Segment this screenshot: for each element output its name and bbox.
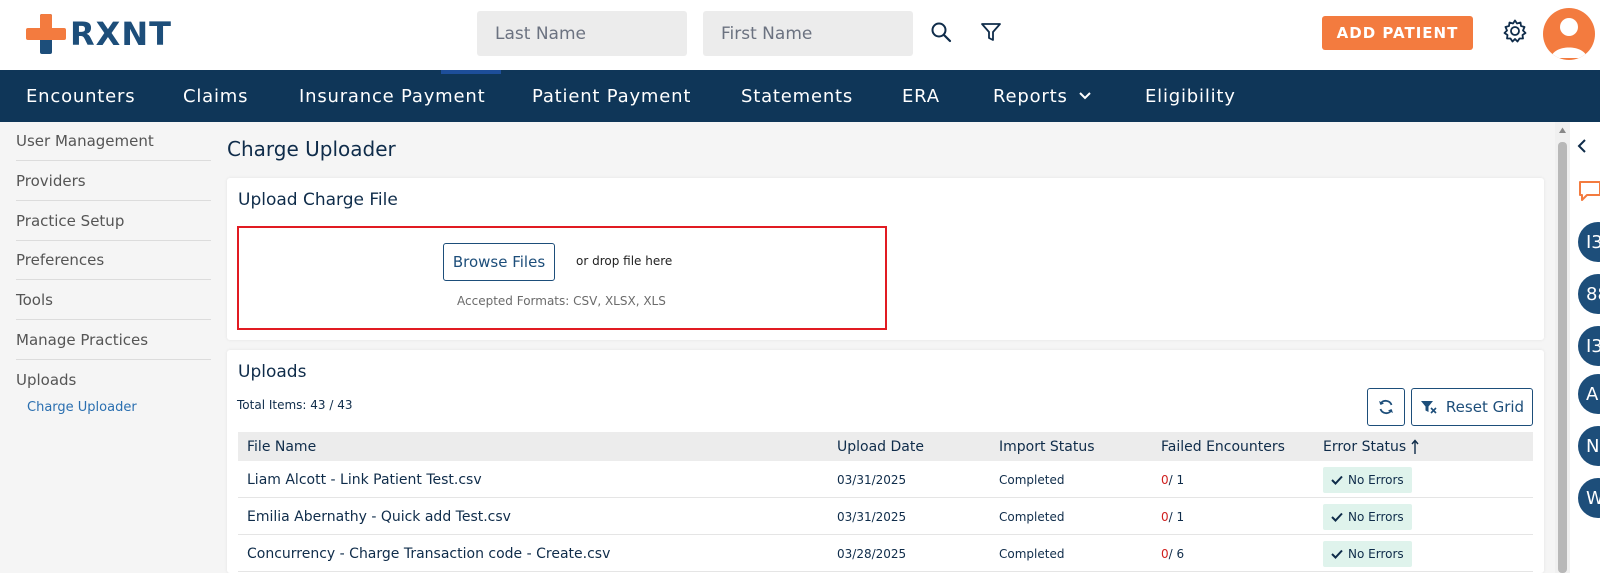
status-badge-label: No Errors — [1348, 510, 1404, 524]
nav-active-marker — [441, 70, 501, 74]
status-badge: No Errors — [1323, 541, 1412, 567]
top-header: RXNT Last Name First Name ADD PATIENT — [0, 0, 1600, 70]
check-icon — [1331, 549, 1343, 559]
main-nav: Encounters Claims Insurance Payment Pati… — [0, 70, 1600, 122]
clear-filter-icon — [1420, 401, 1437, 414]
check-icon — [1331, 512, 1343, 522]
upload-card-title: Upload Charge File — [238, 190, 398, 210]
chat-icon[interactable] — [1578, 180, 1600, 202]
sidebar-item-preferences[interactable]: Preferences — [16, 241, 211, 280]
rail-avatar-3[interactable]: I3 — [1578, 326, 1600, 366]
refresh-button[interactable] — [1367, 388, 1405, 426]
total-count: / 1 — [1168, 472, 1185, 487]
avatar[interactable] — [1543, 8, 1595, 60]
nav-insurance-payment[interactable]: Insurance Payment — [299, 70, 485, 122]
cell-file-name[interactable]: Liam Alcott - Link Patient Test.csv — [247, 461, 482, 498]
nav-claims[interactable]: Claims — [183, 70, 248, 122]
logo-text: RXNT — [70, 15, 172, 53]
accepted-formats: Accepted Formats: CSV, XLSX, XLS — [457, 294, 666, 308]
failed-count: 0 — [1161, 509, 1169, 524]
status-badge-label: No Errors — [1348, 473, 1404, 487]
rail-avatar-4[interactable]: A — [1578, 374, 1600, 414]
col-file-name[interactable]: File Name — [247, 432, 316, 461]
col-import-status[interactable]: Import Status — [999, 432, 1095, 461]
check-icon — [1331, 475, 1343, 485]
sidebar-item-manage-practices[interactable]: Manage Practices — [16, 321, 211, 360]
nav-reports[interactable]: Reports — [993, 70, 1092, 122]
rxnt-logo[interactable]: RXNT — [26, 14, 172, 54]
file-dropzone[interactable] — [237, 226, 887, 330]
col-failed-encounters[interactable]: Failed Encounters — [1161, 432, 1285, 461]
filter-icon[interactable] — [979, 20, 1003, 44]
last-name-input[interactable]: Last Name — [477, 11, 687, 56]
first-name-input[interactable]: First Name — [703, 11, 913, 56]
sidebar-item-uploads[interactable]: Uploads — [16, 360, 211, 399]
cell-file-name[interactable]: Emilia Abernathy - Quick add Test.csv — [247, 498, 511, 535]
uploads-table: File Name Upload Date Import Status Fail… — [238, 432, 1533, 572]
status-badge: No Errors — [1323, 504, 1412, 530]
nav-reports-label: Reports — [993, 85, 1068, 107]
cell-upload-date: 03/28/2025 — [837, 546, 907, 561]
nav-statements[interactable]: Statements — [741, 70, 853, 122]
cell-failed-encounters: 0 / 1 — [1161, 498, 1184, 535]
add-patient-button[interactable]: ADD PATIENT — [1322, 16, 1473, 50]
cell-import-status: Completed — [999, 472, 1065, 487]
status-badge-label: No Errors — [1348, 547, 1404, 561]
sidebar-item-tools[interactable]: Tools — [16, 281, 211, 320]
browse-files-button[interactable]: Browse Files — [443, 243, 555, 281]
status-badge: No Errors — [1323, 467, 1412, 493]
page-scrollbar[interactable] — [1555, 122, 1570, 573]
total-items: Total Items: 43 / 43 — [237, 398, 353, 412]
rail-avatar-6[interactable]: W — [1578, 478, 1600, 518]
table-header: File Name Upload Date Import Status Fail… — [238, 432, 1533, 461]
scroll-thumb[interactable] — [1558, 142, 1567, 573]
nav-era[interactable]: ERA — [902, 70, 940, 122]
drop-hint: or drop file here — [576, 254, 673, 268]
failed-count: 0 — [1161, 546, 1169, 561]
nav-eligibility[interactable]: Eligibility — [1145, 70, 1236, 122]
rail-avatar-2[interactable]: 88 — [1578, 274, 1600, 314]
nav-patient-payment[interactable]: Patient Payment — [532, 70, 691, 122]
total-count: / 1 — [1168, 509, 1185, 524]
reset-grid-button[interactable]: Reset Grid — [1411, 388, 1533, 426]
sidebar-item-practice-setup[interactable]: Practice Setup — [16, 202, 211, 241]
uploads-card-title: Uploads — [238, 362, 307, 382]
upload-charge-card: Upload Charge File — [227, 178, 1544, 340]
table-row[interactable]: Liam Alcott - Link Patient Test.csv 03/3… — [238, 461, 1533, 498]
sidebar-subitem-charge-uploader[interactable]: Charge Uploader — [27, 400, 137, 415]
refresh-icon — [1379, 399, 1393, 415]
logo-cross-icon — [26, 14, 66, 54]
failed-count: 0 — [1161, 472, 1169, 487]
col-error-status-label: Error Status — [1323, 438, 1407, 455]
table-row[interactable]: Concurrency - Charge Transaction code - … — [238, 535, 1533, 572]
page-title: Charge Uploader — [227, 137, 396, 161]
cell-failed-encounters: 0 / 1 — [1161, 461, 1184, 498]
cell-upload-date: 03/31/2025 — [837, 509, 907, 524]
scroll-up-icon[interactable] — [1558, 126, 1567, 134]
nav-encounters[interactable]: Encounters — [26, 70, 135, 122]
col-error-status[interactable]: Error Status — [1323, 432, 1419, 461]
rail-avatar-1[interactable]: I3 — [1578, 222, 1600, 262]
col-upload-date[interactable]: Upload Date — [837, 432, 924, 461]
cell-import-status: Completed — [999, 509, 1065, 524]
search-icon[interactable] — [929, 20, 953, 44]
right-rail: I3 88 I3 A N W — [1570, 122, 1600, 573]
cell-failed-encounters: 0 / 6 — [1161, 535, 1184, 572]
cell-import-status: Completed — [999, 546, 1065, 561]
sidebar-item-user-management[interactable]: User Management — [16, 122, 211, 161]
chevron-down-icon — [1078, 92, 1091, 100]
chevron-left-icon[interactable] — [1576, 138, 1588, 154]
cell-file-name[interactable]: Concurrency - Charge Transaction code - … — [247, 535, 610, 572]
gear-icon[interactable] — [1502, 18, 1528, 44]
sidebar-item-providers[interactable]: Providers — [16, 162, 211, 201]
total-count: / 6 — [1168, 546, 1185, 561]
sort-asc-icon — [1411, 438, 1419, 454]
sidebar: User Management Providers Practice Setup… — [0, 122, 212, 573]
cell-upload-date: 03/31/2025 — [837, 472, 907, 487]
table-row[interactable]: Emilia Abernathy - Quick add Test.csv 03… — [238, 498, 1533, 535]
reset-grid-label: Reset Grid — [1445, 398, 1525, 416]
rail-avatar-5[interactable]: N — [1578, 426, 1600, 466]
